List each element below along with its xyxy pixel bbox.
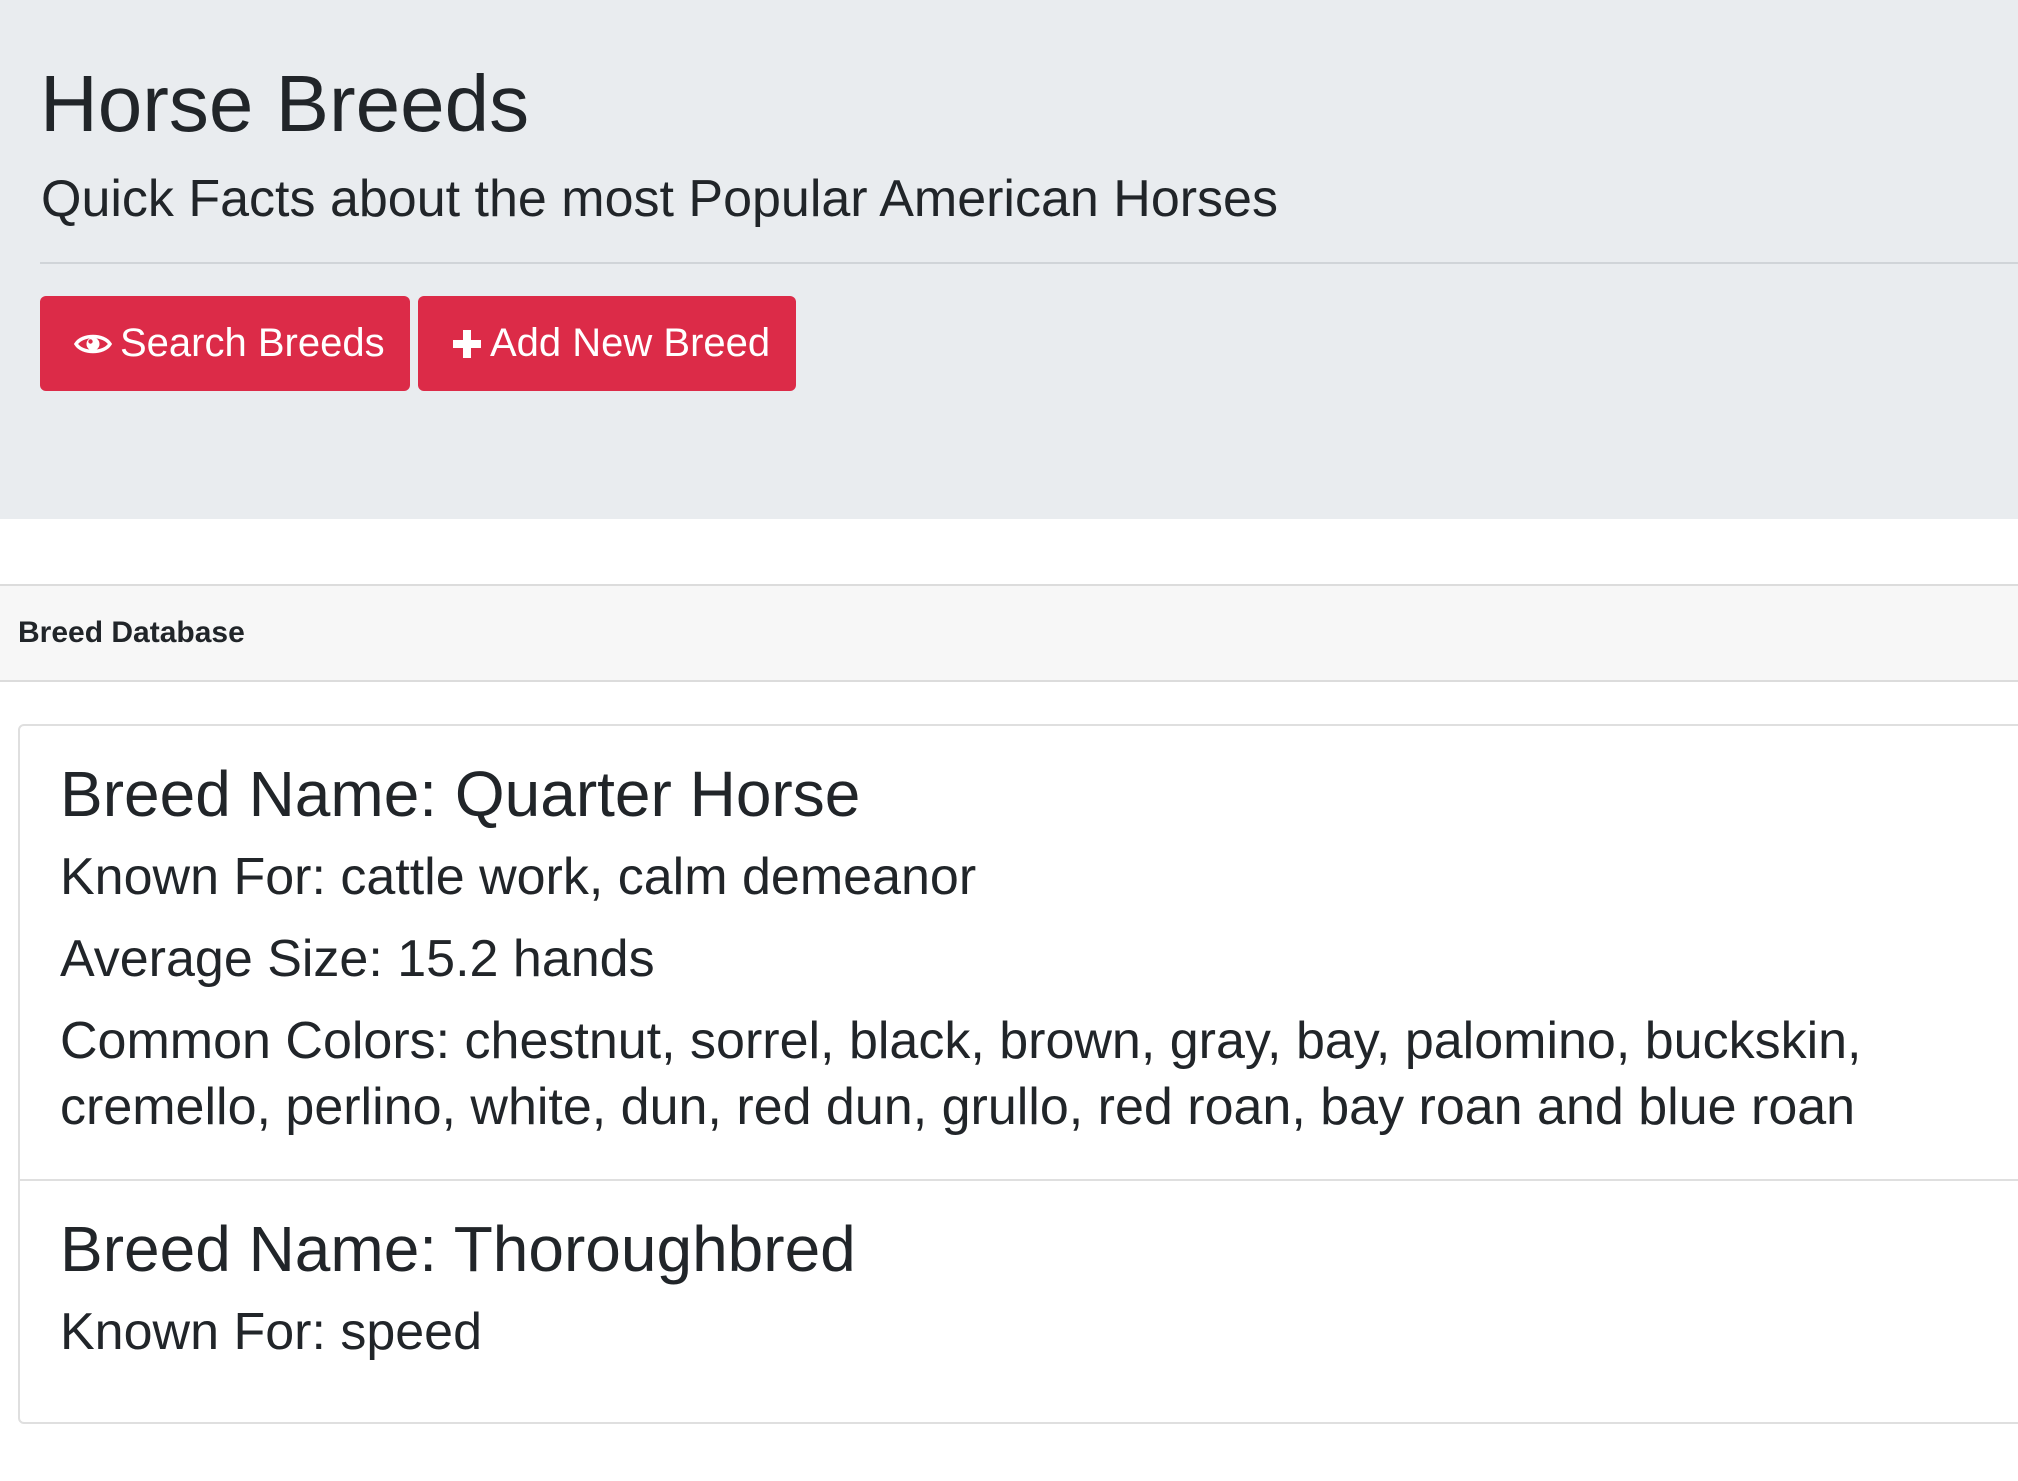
breed-known-for: Known For: cattle work, calm demeanor <box>60 848 977 906</box>
search-breeds-label: Search Breeds <box>120 321 385 365</box>
page-title: Horse Breeds <box>40 59 530 148</box>
breed-common-colors: Common Colors: chestnut, sorrel, black, … <box>60 1012 1862 1136</box>
breed-known-for: Known For: speed <box>60 1303 483 1361</box>
eye-icon <box>74 331 112 357</box>
breed-name: Breed Name: Quarter Horse <box>60 758 861 830</box>
list-item: Breed Name: Quarter Horse Known For: cat… <box>20 726 2018 1181</box>
breed-database-title: Breed Database <box>18 616 245 649</box>
search-breeds-button[interactable]: Search Breeds <box>40 296 410 391</box>
plus-icon <box>452 329 482 359</box>
breed-name: Breed Name: Thoroughbred <box>60 1213 856 1285</box>
breed-average-size: Average Size: 15.2 hands <box>60 930 655 988</box>
breed-list: Breed Name: Quarter Horse Known For: cat… <box>18 724 2018 1424</box>
add-new-breed-label: Add New Breed <box>490 321 771 365</box>
add-new-breed-button[interactable]: Add New Breed <box>418 296 796 391</box>
header-divider <box>40 262 2018 264</box>
page-subtitle: Quick Facts about the most Popular Ameri… <box>41 170 1278 228</box>
header-jumbotron: Horse Breeds Quick Facts about the most … <box>0 0 2018 519</box>
list-item: Breed Name: Thoroughbred Known For: spee… <box>20 1181 2018 1481</box>
breed-database-header: Breed Database <box>0 584 2018 682</box>
